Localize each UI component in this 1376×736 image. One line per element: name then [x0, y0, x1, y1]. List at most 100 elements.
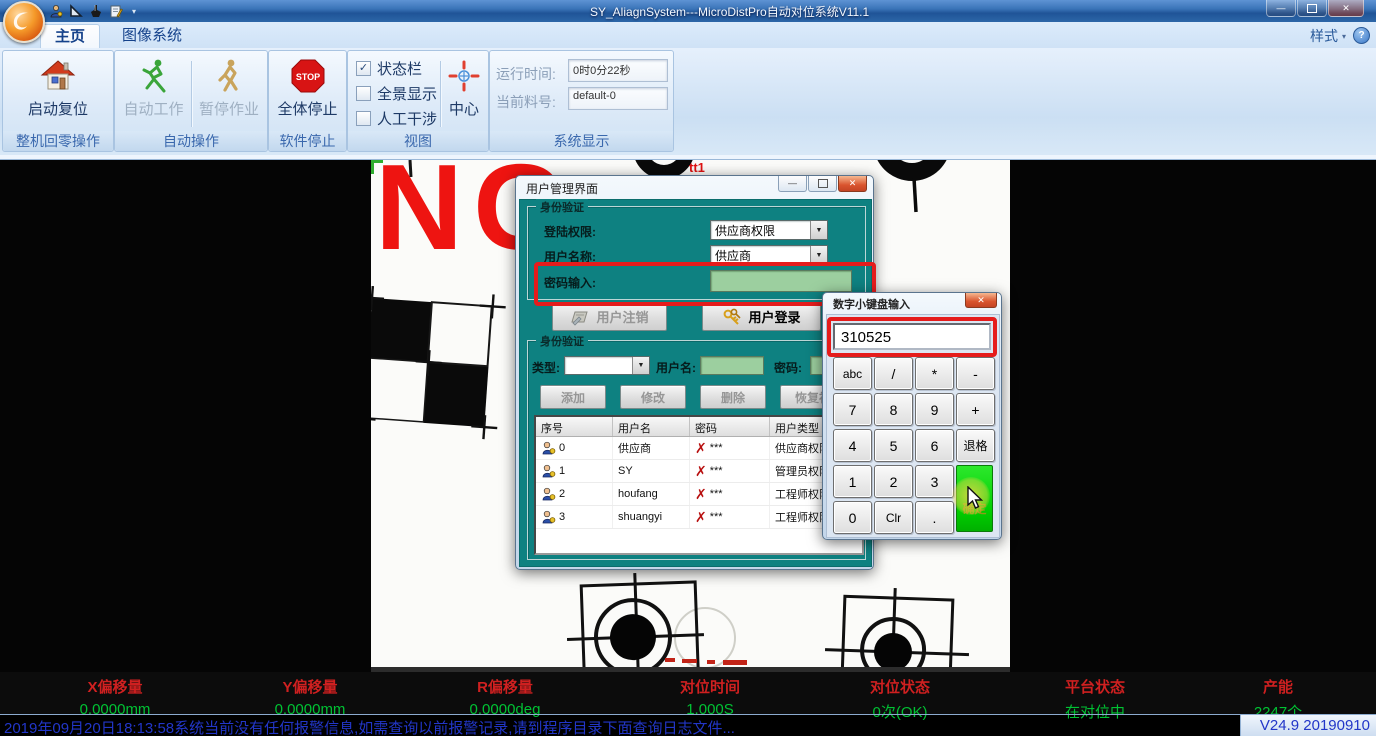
- manual-intervention-checkbox-row[interactable]: 人工干涉: [356, 110, 437, 126]
- table-row[interactable]: 2 houfang ✗*** 工程师权限: [536, 483, 862, 506]
- table-row[interactable]: 0 供应商 ✗*** 供应商权限: [536, 437, 862, 460]
- auth2-legend: 身份验证: [536, 333, 588, 349]
- dialog-close-button[interactable]: ✕: [838, 176, 867, 192]
- metric-label: 对位时间: [620, 676, 800, 697]
- key-2[interactable]: 2: [874, 465, 913, 498]
- delete-user-button[interactable]: 删除: [700, 385, 766, 409]
- dropdown-button[interactable]: ▼: [810, 221, 827, 239]
- key-1[interactable]: 1: [833, 465, 872, 498]
- user-icon[interactable]: [48, 4, 63, 19]
- key-7[interactable]: 7: [833, 393, 872, 426]
- tab-image-system[interactable]: 图像系统: [108, 24, 196, 47]
- quick-access-toolbar: ▾: [48, 2, 136, 20]
- stop-all-label: 全体停止: [271, 98, 344, 119]
- group-label: 软件停止: [269, 131, 346, 151]
- key-0[interactable]: 0: [833, 501, 872, 534]
- modify-user-button[interactable]: 修改: [620, 385, 686, 409]
- table-row[interactable]: 1 SY ✗*** 管理员权限: [536, 460, 862, 483]
- table-row[interactable]: 3 shuangyi ✗*** 工程师权限: [536, 506, 862, 529]
- pause-job-button[interactable]: 暂停作业: [194, 56, 264, 119]
- edit-user-input[interactable]: [700, 356, 764, 375]
- checkbox[interactable]: [356, 86, 371, 101]
- set-square-icon[interactable]: [68, 4, 83, 19]
- part-number-value: default-0: [568, 87, 668, 110]
- checkbox[interactable]: [356, 111, 371, 126]
- key-clear[interactable]: Clr: [874, 501, 913, 534]
- key-backspace[interactable]: 退格: [956, 429, 995, 462]
- user-table[interactable]: 序号 用户名 密码 用户类型 0 供应商 ✗*** 供应商权限 1 SY: [534, 415, 864, 555]
- key-asterisk[interactable]: *: [915, 357, 954, 390]
- minimize-button[interactable]: —: [1266, 0, 1296, 17]
- hand-pointer-icon[interactable]: [88, 4, 103, 19]
- col-password[interactable]: 密码: [690, 417, 770, 436]
- style-menu[interactable]: 样式 ▾: [1310, 26, 1346, 46]
- ribbon-group-stop: STOP 全体停止 软件停止: [268, 50, 347, 152]
- runtime-label: 运行时间:: [496, 64, 556, 84]
- checkbox[interactable]: ✓: [356, 61, 371, 76]
- chevron-down-icon: ▼: [816, 252, 823, 259]
- title-bar: SY_AliagnSystem---MicroDistPro自动对位系统V11.…: [0, 0, 1376, 22]
- pause-worker-icon: [194, 56, 264, 96]
- chevron-down-icon: ▼: [816, 227, 823, 234]
- key-plus[interactable]: +: [956, 393, 995, 426]
- auto-work-button[interactable]: 自动工作: [118, 56, 189, 119]
- type-select[interactable]: ▼: [564, 356, 650, 375]
- alarm-message: 2019年09月20日18:13:58系统当前没有任何报警信息,如需查询以前报警…: [4, 717, 735, 736]
- row-name: 供应商: [618, 440, 651, 456]
- center-button[interactable]: 中心: [441, 56, 487, 119]
- dialog-maximize-button[interactable]: [808, 176, 837, 192]
- metric-label: R偏移量: [415, 676, 595, 697]
- ribbon-group-auto: 自动工作 暂停作业 自动操作: [114, 50, 268, 152]
- key-9[interactable]: 9: [915, 393, 954, 426]
- login-permission-select[interactable]: 供应商权限 ▼: [710, 220, 828, 240]
- metric-r-offset: R偏移量0.0000deg: [415, 672, 595, 718]
- edit-document-icon[interactable]: [108, 4, 123, 19]
- user-management-dialog: 用户管理界面 — ✕ 身份验证 登陆权限: 供应商权限 ▼ 用户名称: 供应商 …: [515, 175, 874, 570]
- dropdown-button[interactable]: ▼: [632, 357, 649, 374]
- user-key-icon: [541, 441, 556, 455]
- qat-dropdown-icon[interactable]: ▾: [132, 7, 136, 16]
- maximize-button[interactable]: [1297, 0, 1327, 17]
- stop-all-button[interactable]: STOP 全体停止: [271, 56, 344, 119]
- table-header: 序号 用户名 密码 用户类型: [536, 417, 862, 437]
- row-id: 3: [559, 511, 565, 523]
- close-button[interactable]: ✕: [1328, 0, 1364, 17]
- statusbar-checkbox-row[interactable]: ✓ 状态栏: [356, 60, 422, 76]
- key-slash[interactable]: /: [874, 357, 913, 390]
- panorama-checkbox-row[interactable]: 全景显示: [356, 85, 437, 101]
- user-login-button[interactable]: 用户登录: [702, 302, 821, 331]
- key-8[interactable]: 8: [874, 393, 913, 426]
- check-icon: ✓: [359, 63, 368, 74]
- metric-x-offset: X偏移量0.0000mm: [25, 672, 205, 718]
- keypad-close-button[interactable]: ✕: [965, 293, 997, 308]
- key-minus[interactable]: -: [956, 357, 995, 390]
- dialog-minimize-button[interactable]: —: [778, 176, 807, 192]
- auth-legend: 身份验证: [536, 199, 588, 215]
- checkbox-label: 人工干涉: [377, 108, 437, 129]
- help-button[interactable]: ?: [1353, 27, 1370, 44]
- checkbox-label: 全景显示: [377, 83, 437, 104]
- key-dot[interactable]: .: [915, 501, 954, 534]
- user-logout-button[interactable]: 用户注销: [552, 302, 667, 331]
- ribbon-group-system-display: 运行时间: 0时0分22秒 当前料号: default-0 系统显示: [489, 50, 674, 152]
- tab-home[interactable]: 主页: [40, 24, 100, 48]
- add-user-button[interactable]: 添加: [540, 385, 606, 409]
- row-id: 2: [559, 488, 565, 500]
- orb-swoosh-icon: [9, 7, 35, 33]
- stop-sign-icon: STOP: [271, 56, 344, 96]
- app-menu-orb[interactable]: [3, 1, 45, 43]
- key-6[interactable]: 6: [915, 429, 954, 462]
- key-3[interactable]: 3: [915, 465, 954, 498]
- minimize-icon: —: [1277, 4, 1286, 13]
- key-4[interactable]: 4: [833, 429, 872, 462]
- start-reset-button[interactable]: 启动复位: [8, 56, 108, 119]
- key-5[interactable]: 5: [874, 429, 913, 462]
- login-label: 用户登录: [748, 307, 800, 326]
- row-name: houfang: [618, 488, 658, 500]
- stop-text: STOP: [295, 72, 319, 82]
- col-id[interactable]: 序号: [536, 417, 613, 436]
- col-name[interactable]: 用户名: [613, 417, 690, 436]
- user-key-icon: [541, 464, 556, 478]
- key-abc[interactable]: abc: [833, 357, 872, 390]
- chevron-down-icon: ▾: [1342, 32, 1346, 41]
